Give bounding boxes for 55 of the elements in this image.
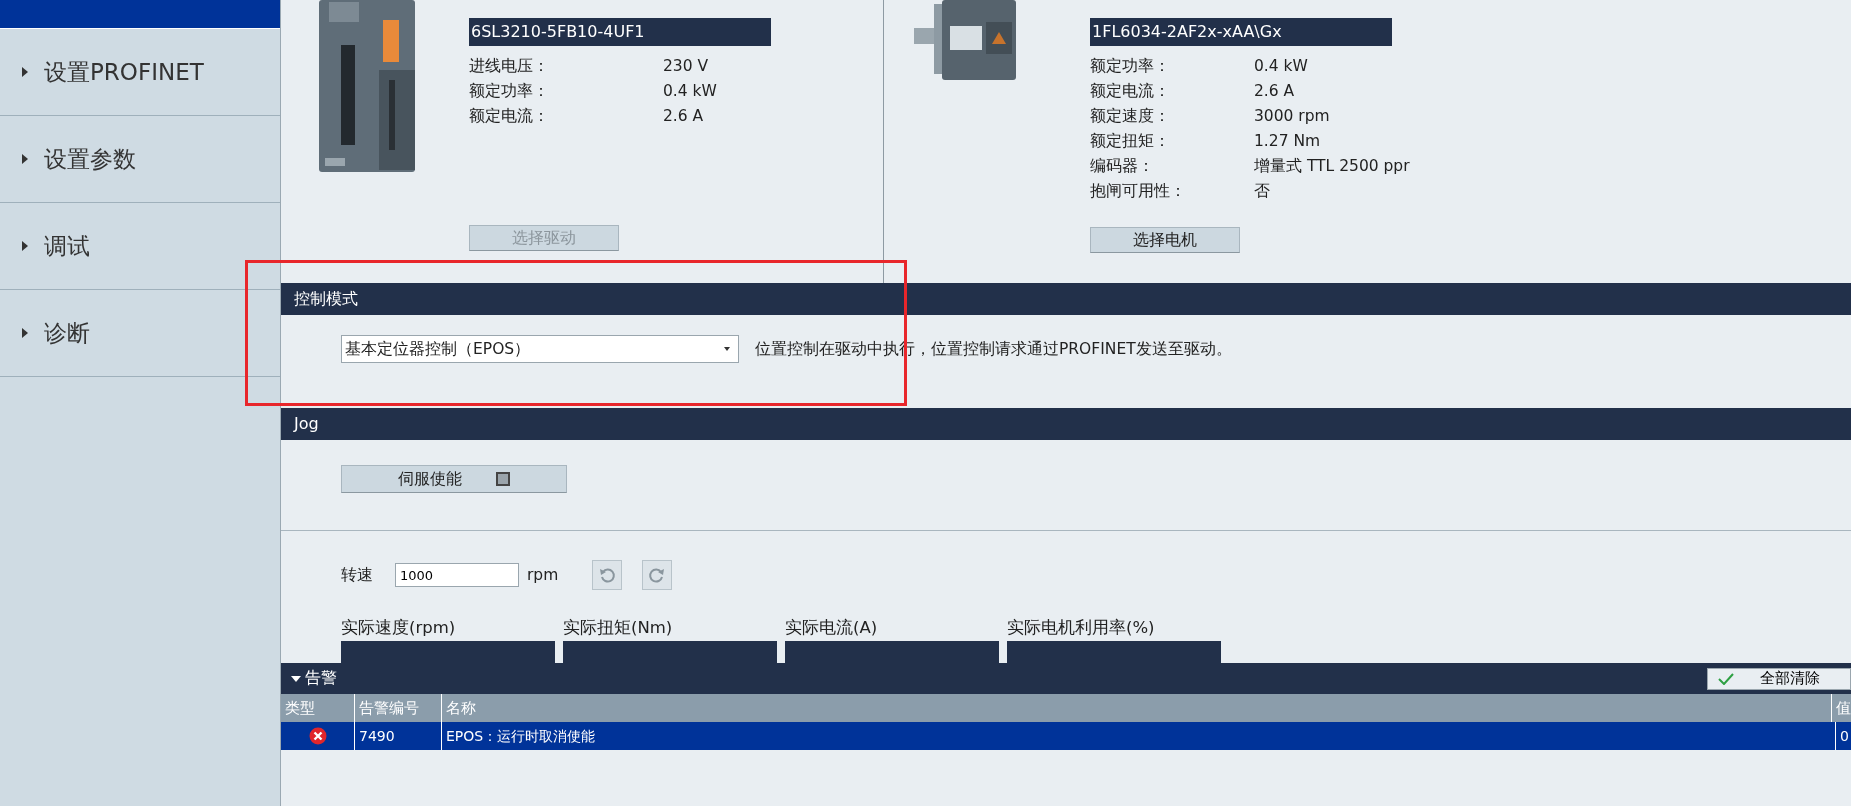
table-cell: EPOS：运行时取消使能 (442, 722, 1836, 750)
spec-value: 2.6 A (1254, 81, 1295, 102)
redo-icon (648, 566, 667, 584)
spec-value: 0.4 kW (663, 81, 717, 102)
clear-all-button[interactable]: 全部清除 (1707, 667, 1851, 690)
rotate-left-button[interactable] (592, 560, 623, 590)
spec-value: 3000 rpm (1254, 106, 1330, 127)
spec-label: 额定电流： (469, 106, 550, 127)
speed-label: 转速 (341, 564, 373, 586)
spec-value: 230 V (663, 56, 709, 77)
sidebar-item[interactable]: 设置PROFINET (0, 29, 280, 116)
spec-value: 0.4 kW (1254, 56, 1308, 77)
part-number-label: 1FL6034-2AF2x-xAA\Gx (1090, 18, 1392, 46)
speed-input-field[interactable]: 1000 (395, 563, 519, 587)
spec-label: 额定速度： (1090, 106, 1171, 127)
spec-label: 额定功率： (469, 81, 550, 102)
spec-value: 增量式 TTL 2500 ppr (1254, 156, 1410, 177)
measurement-label: 实际电流(A) (785, 617, 879, 639)
section-header: 控制模式 (281, 283, 1851, 315)
triangle-icon (22, 154, 28, 164)
spec-value: 2.6 A (663, 106, 704, 127)
rotate-right-button[interactable] (642, 560, 673, 590)
spec-value: 否 (1254, 181, 1270, 202)
alarm-title: 告警 (305, 668, 337, 689)
spec-label: 抱闸可用性： (1090, 181, 1187, 202)
spec-label: 额定扭矩： (1090, 131, 1171, 152)
part-number-label: 6SL3210-5FB10-4UF1 (469, 18, 771, 46)
sidebar-item[interactable]: 设置参数 (0, 116, 280, 203)
sidebar-item[interactable]: 调试 (0, 203, 280, 290)
table-cell: 7490 (355, 722, 442, 750)
measurement-label: 实际扭矩(Nm) (563, 617, 674, 639)
collapse-triangle-icon[interactable] (291, 675, 301, 682)
servo-checkbox[interactable] (496, 472, 510, 486)
spec-label: 编码器： (1090, 156, 1155, 177)
alarm-row[interactable]: 7490 EPOS：运行时取消使能 0 (281, 722, 1851, 750)
table-cell-text: 0 (1839, 727, 1850, 746)
spec-label: 额定功率： (1090, 56, 1171, 77)
spec-label: 进线电压： (469, 56, 550, 77)
undo-icon (598, 566, 617, 584)
sidebar-item[interactable]: 诊断 (0, 290, 280, 377)
measurement-label: 实际速度(rpm) (341, 617, 457, 639)
measurement-label: 实际电机利用率(%) (1007, 617, 1156, 639)
spec-value: 1.27 Nm (1254, 131, 1321, 152)
spec-label: 额定电流： (1090, 81, 1171, 102)
control-mode-dropdown[interactable]: 基本定位器控制（EPOS） (341, 335, 739, 363)
column-header: 值 (1835, 698, 1851, 719)
checkmark-icon (1718, 672, 1734, 685)
servo-enable-button[interactable]: 伺服使能 (341, 465, 567, 493)
select-motor-button[interactable]: 选择电机 (1090, 227, 1240, 253)
unit-label: rpm (527, 566, 559, 584)
triangle-icon (22, 328, 28, 338)
triangle-icon (22, 241, 28, 251)
caret-icon (724, 347, 730, 351)
triangle-icon (22, 67, 28, 77)
section-header: Jog (281, 408, 1851, 440)
